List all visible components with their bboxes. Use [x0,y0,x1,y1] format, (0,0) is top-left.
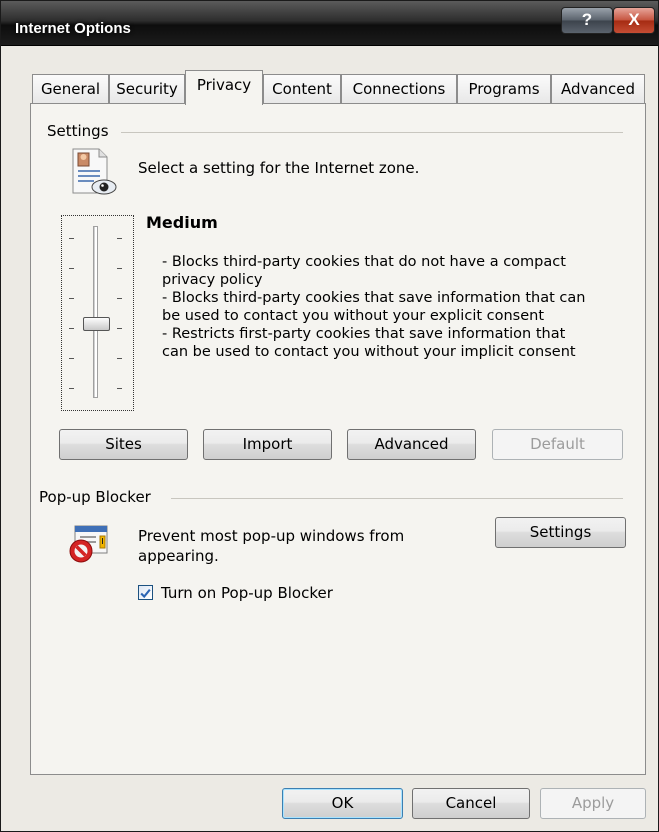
cancel-button[interactable]: Cancel [412,788,530,819]
tab-connections[interactable]: Connections [341,74,457,104]
tab-advanced[interactable]: Advanced [551,74,645,104]
popup-group-label: Pop-up Blocker [39,488,157,506]
slider-tick [69,238,74,239]
select-setting-text: Select a setting for the Internet zone. [138,159,420,177]
checkmark-icon [140,588,151,599]
slider-tick [69,268,74,269]
apply-button[interactable]: Apply [540,788,646,819]
window-title: Internet Options [15,20,131,37]
tab-programs[interactable]: Programs [457,74,551,104]
cancel-button-label: Cancel [445,794,497,812]
privacy-level-description: - Blocks third-party cookies that do not… [162,254,586,360]
settings-group-divider [121,132,623,133]
slider-tick [117,238,122,239]
tab-privacy[interactable]: Privacy [185,70,263,105]
popup-settings-button-label: Settings [529,523,592,541]
slider-tick [69,328,74,329]
default-button[interactable]: Default [492,429,623,460]
slider-tick [117,268,122,269]
tab-content[interactable]: Content [263,74,341,104]
default-button-label: Default [530,435,585,453]
popup-blocker-checkbox[interactable] [138,585,153,600]
slider-tick [117,358,122,359]
advanced-button-label: Advanced [374,435,449,453]
privacy-icon [72,148,117,195]
slider-tick [69,298,74,299]
ok-button[interactable]: OK [282,788,403,819]
popup-blocker-description: Prevent most pop-up windows from appeari… [138,527,405,565]
settings-group-label: Settings [47,122,115,140]
slider-tick [117,298,122,299]
slider-tick [69,388,74,389]
tab-general[interactable]: General [32,74,109,104]
sites-button[interactable]: Sites [59,429,188,460]
slider-tick [69,358,74,359]
import-button[interactable]: Import [203,429,332,460]
title-bar[interactable]: Internet Options ? X [1,1,658,46]
popup-blocker-icon [69,525,108,563]
slider-tick [117,388,122,389]
slider-thumb[interactable] [83,317,110,331]
privacy-level-title: Medium [146,213,218,232]
tab-security[interactable]: Security [109,74,185,104]
apply-button-label: Apply [571,794,615,812]
help-button[interactable]: ? [561,7,613,34]
internet-options-dialog: Internet Options ? X General Security Pr… [0,0,659,832]
slider-track[interactable] [93,226,98,398]
slider-tick [117,328,122,329]
privacy-level-slider[interactable] [61,215,134,411]
sites-button-label: Sites [105,435,142,453]
ok-button-label: OK [331,794,354,812]
import-button-label: Import [242,435,293,453]
popup-settings-button[interactable]: Settings [495,517,626,548]
popup-blocker-checkbox-label[interactable]: Turn on Pop-up Blocker [161,584,333,602]
advanced-button[interactable]: Advanced [347,429,476,460]
close-button[interactable]: X [613,7,655,34]
popup-group-divider [171,498,623,499]
